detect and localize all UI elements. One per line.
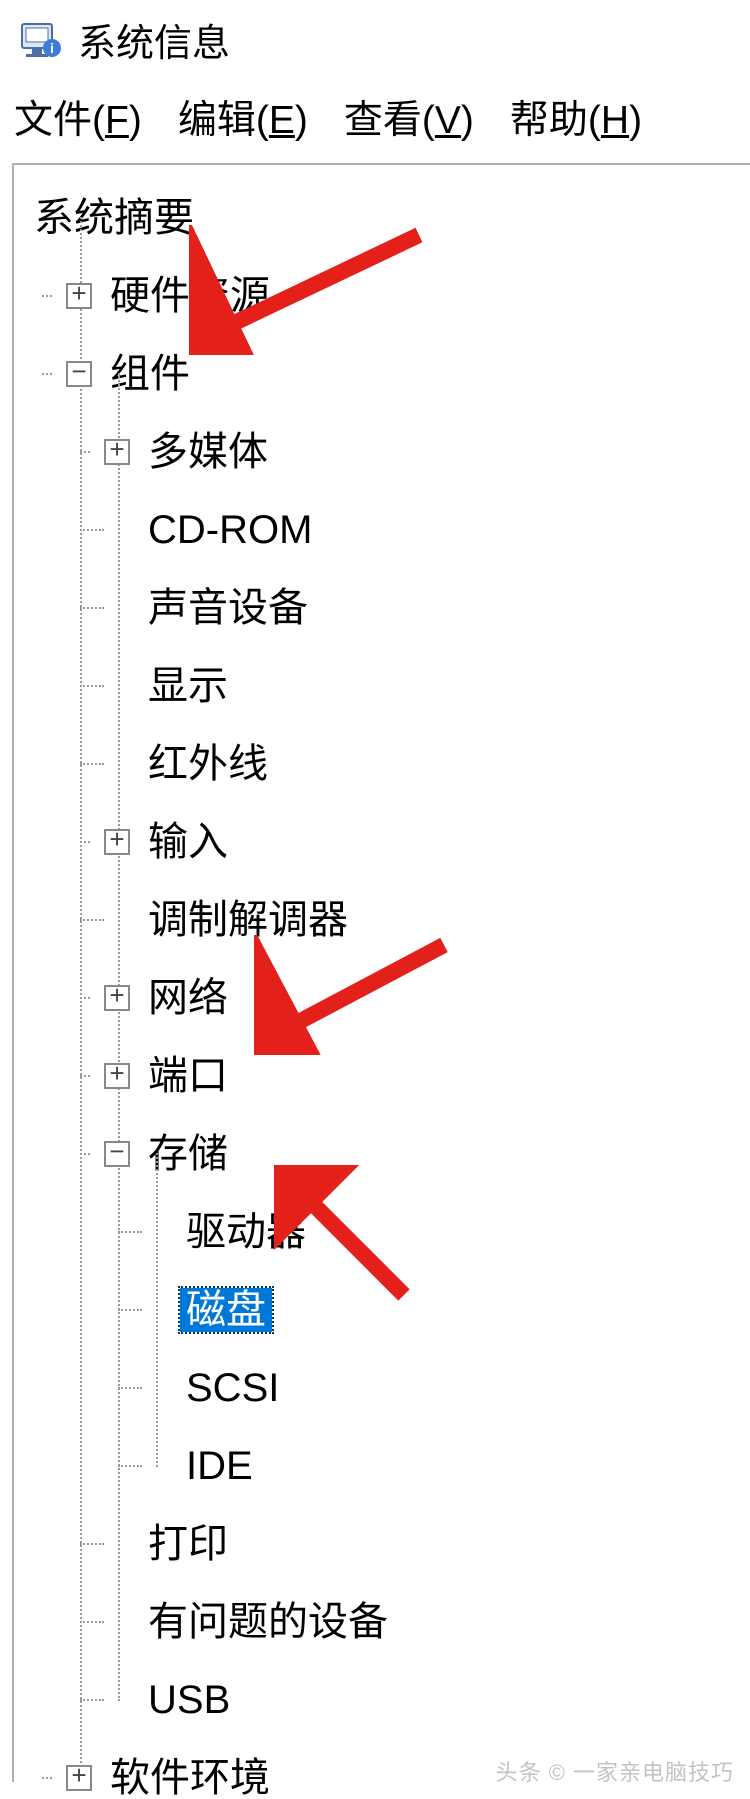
tree-node-hardware: 硬件资源 bbox=[66, 257, 750, 335]
tree-node-disks: 磁盘 bbox=[142, 1271, 750, 1349]
expand-icon[interactable] bbox=[104, 985, 130, 1011]
tree-node-network: 网络 bbox=[104, 959, 750, 1037]
tree-label-hardware: 硬件资源 bbox=[104, 274, 276, 318]
tree-label-drives: 驱动器 bbox=[180, 1210, 312, 1254]
expand-icon[interactable] bbox=[104, 439, 130, 465]
tree-label-software-env: 软件环境 bbox=[104, 1756, 276, 1799]
tree-label-printing: 打印 bbox=[142, 1522, 234, 1566]
tree-node-ports: 端口 bbox=[104, 1037, 750, 1115]
tree-label-display: 显示 bbox=[142, 664, 234, 708]
menu-bar: 文件(F) 编辑(E) 查看(V) 帮助(H) bbox=[0, 75, 750, 163]
expand-icon[interactable] bbox=[104, 829, 130, 855]
title-bar: i 系统信息 bbox=[0, 0, 750, 75]
menu-file[interactable]: 文件(F) bbox=[14, 89, 142, 145]
menu-help[interactable]: 帮助(H) bbox=[510, 89, 642, 145]
svg-text:i: i bbox=[50, 40, 54, 56]
tree-root-system-summary: 系统摘要 硬件资源 组件 bbox=[28, 179, 750, 1799]
tree-node-multimedia: 多媒体 bbox=[104, 413, 750, 491]
expand-icon[interactable] bbox=[104, 1063, 130, 1089]
collapse-icon[interactable] bbox=[66, 361, 92, 387]
tree-label-input: 输入 bbox=[142, 820, 234, 864]
tree-node-input: 输入 bbox=[104, 803, 750, 881]
tree-label-ports: 端口 bbox=[142, 1054, 234, 1098]
tree-label-problem-devices: 有问题的设备 bbox=[142, 1600, 394, 1644]
collapse-icon[interactable] bbox=[104, 1141, 130, 1167]
tree-node-printing: 打印 bbox=[104, 1505, 750, 1583]
tree-node-ide: IDE bbox=[142, 1427, 750, 1505]
tree-label-modem: 调制解调器 bbox=[142, 898, 354, 942]
system-info-icon: i bbox=[18, 18, 62, 62]
expand-icon[interactable] bbox=[66, 1765, 92, 1791]
tree-label-ide: IDE bbox=[180, 1444, 259, 1488]
tree-node-cdrom: CD-ROM bbox=[104, 491, 750, 569]
tree-node-display: 显示 bbox=[104, 647, 750, 725]
tree-label-usb: USB bbox=[142, 1678, 236, 1722]
watermark-text: 头条 © 一家亲电脑技巧 bbox=[496, 1755, 734, 1787]
menu-view[interactable]: 查看(V) bbox=[344, 89, 474, 145]
tree-label-cdrom: CD-ROM bbox=[142, 508, 318, 552]
tree-panel: 系统摘要 硬件资源 组件 bbox=[12, 163, 750, 1782]
tree-label-multimedia: 多媒体 bbox=[142, 430, 274, 474]
tree-node-sound: 声音设备 bbox=[104, 569, 750, 647]
tree-label-disks: 磁盘 bbox=[180, 1288, 272, 1332]
tree-view[interactable]: 系统摘要 硬件资源 组件 bbox=[14, 165, 750, 1799]
tree-node-drives: 驱动器 bbox=[142, 1193, 750, 1271]
tree-label-infrared: 红外线 bbox=[142, 742, 274, 786]
tree-label-scsi: SCSI bbox=[180, 1366, 285, 1410]
tree-node-storage: 存储 驱动器 磁盘 bbox=[104, 1115, 750, 1505]
tree-node-modem: 调制解调器 bbox=[104, 881, 750, 959]
window-title: 系统信息 bbox=[78, 12, 230, 67]
tree-node-infrared: 红外线 bbox=[104, 725, 750, 803]
tree-label-system-summary: 系统摘要 bbox=[28, 196, 200, 240]
tree-node-usb: USB bbox=[104, 1661, 750, 1739]
menu-edit[interactable]: 编辑(E) bbox=[178, 89, 308, 145]
tree-label-sound: 声音设备 bbox=[142, 586, 314, 630]
expand-icon[interactable] bbox=[66, 283, 92, 309]
tree-label-network: 网络 bbox=[142, 976, 234, 1020]
tree-node-scsi: SCSI bbox=[142, 1349, 750, 1427]
tree-node-components: 组件 多媒体 CD-ROM bbox=[66, 335, 750, 1739]
tree-node-problem-devices: 有问题的设备 bbox=[104, 1583, 750, 1661]
